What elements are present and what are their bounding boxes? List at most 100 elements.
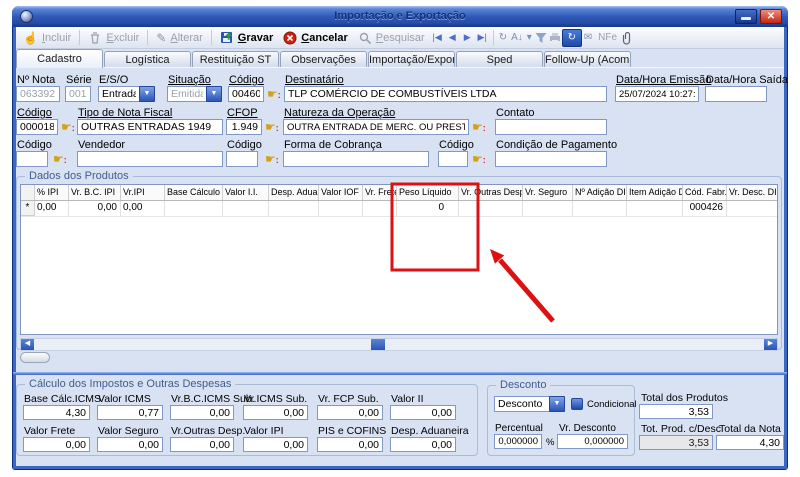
- nav-first-button[interactable]: |◀: [430, 30, 445, 45]
- nav-last-button[interactable]: ▶|: [475, 30, 490, 45]
- tab-restituicao-st[interactable]: Restituição ST: [192, 51, 279, 68]
- scroll-right-arrow[interactable]: ▶: [764, 339, 777, 350]
- produtos-grid[interactable]: % IPI Vr. B.C. IPI Vr.IPI Base Cálculo I…: [20, 184, 778, 335]
- alterar-button[interactable]: ✎ Alterar: [151, 31, 207, 45]
- icms-sub-field[interactable]: [243, 405, 308, 420]
- grid-horizontal-scrollbar[interactable]: ◀ ▶: [20, 338, 778, 351]
- base-calc-icms-field[interactable]: [23, 405, 90, 420]
- eso-dropdown-arrow[interactable]: ▼: [139, 86, 155, 102]
- cell-vr-ipi[interactable]: 0,00: [121, 201, 165, 216]
- scroll-left-arrow[interactable]: ◀: [21, 339, 34, 350]
- col-outras-desp[interactable]: Vr. Outras Desp.: [459, 185, 523, 200]
- emissao-field[interactable]: [615, 86, 699, 102]
- condicao-pagamento-field[interactable]: [495, 151, 607, 167]
- natureza-lookup-icon[interactable]: ☛:: [472, 120, 490, 135]
- minimize-button[interactable]: [735, 9, 757, 24]
- total-produtos-field[interactable]: [639, 404, 713, 419]
- cell-valor-iof[interactable]: [319, 201, 363, 216]
- col-peso-liquido[interactable]: Peso Líquido: [397, 185, 459, 200]
- desconto-dropdown-arrow[interactable]: ▼: [549, 396, 565, 412]
- cell-vr-seguro[interactable]: [523, 201, 573, 216]
- scrollbar-thumb[interactable]: [371, 339, 385, 350]
- condicional-checkbox[interactable]: [571, 398, 583, 410]
- total-com-desc-field[interactable]: [639, 435, 713, 450]
- pesquisar-button[interactable]: Pesquisar: [353, 30, 430, 46]
- serie-field[interactable]: [65, 86, 91, 102]
- eso-combo[interactable]: [98, 86, 140, 102]
- codigo-tnf-field[interactable]: [16, 119, 58, 135]
- cell-vr-desc-di[interactable]: [727, 201, 778, 216]
- col-cod-fabr[interactable]: Cód. Fabr.: [683, 185, 727, 200]
- situacao-combo[interactable]: [167, 86, 207, 102]
- valor-ipi-field[interactable]: [243, 437, 308, 452]
- col-vr-desc-di[interactable]: Vr. Desc. DI: [727, 185, 778, 200]
- pis-cofins-field[interactable]: [317, 437, 383, 452]
- tab-importacao-exportacao[interactable]: Importação/Exportação: [368, 51, 455, 68]
- situacao-dropdown-arrow[interactable]: ▼: [206, 86, 222, 102]
- sync-button[interactable]: ↻: [562, 29, 582, 47]
- natureza-field[interactable]: [283, 119, 469, 135]
- vendedor-lookup-icon[interactable]: ☛:: [53, 152, 71, 167]
- cfop-lookup-icon[interactable]: ☛:: [265, 120, 283, 135]
- excluir-button[interactable]: Excluir: [83, 30, 144, 46]
- outras-desp-field[interactable]: [170, 437, 234, 452]
- filter-funnel-icon[interactable]: [534, 31, 548, 45]
- bc-icms-sub-field[interactable]: [170, 405, 234, 420]
- destinatario-lookup-icon[interactable]: ☛:: [267, 87, 285, 102]
- row-selector[interactable]: *: [21, 201, 35, 216]
- cell-base-ii[interactable]: [165, 201, 223, 216]
- pagamento-lookup-icon[interactable]: ☛:: [472, 152, 490, 167]
- codigo-destinatario-field[interactable]: [228, 86, 264, 102]
- tab-observacoes[interactable]: Observações: [280, 51, 367, 68]
- tipo-nf-field[interactable]: [77, 119, 223, 135]
- contato-field[interactable]: [495, 119, 607, 135]
- grid-data-row[interactable]: * 0,00 0,00 0,00 0 000426: [21, 201, 777, 217]
- saida-field[interactable]: [705, 86, 767, 102]
- desp-aduaneira-field[interactable]: [390, 437, 456, 452]
- nav-next-button[interactable]: ▶: [460, 30, 475, 45]
- col-valor-iof[interactable]: Valor IOF: [319, 185, 363, 200]
- forma-cobranca-field[interactable]: [283, 151, 429, 167]
- percentual-field[interactable]: [494, 434, 542, 449]
- nfe-button[interactable]: NFe: [598, 32, 617, 43]
- refresh-icon[interactable]: ↻: [497, 32, 509, 43]
- tab-cadastro[interactable]: Cadastro: [16, 49, 103, 68]
- gravar-button[interactable]: Gravar: [215, 30, 278, 46]
- col-ipi[interactable]: % IPI: [35, 185, 69, 200]
- incluir-button[interactable]: ☝ Incluir: [18, 31, 76, 45]
- nav-prev-button[interactable]: ◀: [445, 30, 460, 45]
- nota-field[interactable]: [16, 86, 60, 102]
- cell-item-adicao-di[interactable]: [627, 201, 683, 216]
- valor-icms-field[interactable]: [97, 405, 163, 420]
- grid-collapse-button[interactable]: [20, 352, 50, 363]
- paperclip-icon[interactable]: [621, 31, 635, 45]
- cell-cod-fabr[interactable]: 000426: [683, 201, 727, 216]
- cobranca-lookup-icon[interactable]: ☛:: [265, 152, 283, 167]
- codigo-cobranca-field[interactable]: [226, 151, 258, 167]
- cancelar-button[interactable]: Cancelar: [278, 30, 352, 46]
- col-item-adicao-di[interactable]: Item Adição DI: [627, 185, 683, 200]
- valor-seguro-field[interactable]: [97, 437, 163, 452]
- col-valor-ii[interactable]: Valor I.I.: [223, 185, 269, 200]
- col-base-ii[interactable]: Base Cálculo I.I: [165, 185, 223, 200]
- envelope-icon[interactable]: ✉: [582, 32, 594, 43]
- col-vr-seguro[interactable]: Vr. Seguro: [523, 185, 573, 200]
- col-vr-ipi[interactable]: Vr.IPI: [121, 185, 165, 200]
- cell-vr-frete[interactable]: [363, 201, 397, 216]
- cell-valor-ii[interactable]: [223, 201, 269, 216]
- valor-ii-field[interactable]: [390, 405, 456, 420]
- cell-outras-desp[interactable]: [459, 201, 523, 216]
- close-button[interactable]: ✕: [760, 9, 782, 24]
- cell-ipi[interactable]: 0,00: [35, 201, 69, 216]
- destinatario-field[interactable]: [284, 86, 607, 102]
- tab-logistica[interactable]: Logística: [104, 51, 191, 68]
- col-vr-frete[interactable]: Vr. Frete: [363, 185, 397, 200]
- desconto-tipo-combo[interactable]: [494, 396, 550, 412]
- codigo-pagamento-field[interactable]: [438, 151, 468, 167]
- cell-adicao-di[interactable]: [573, 201, 627, 216]
- total-nota-field[interactable]: [716, 435, 784, 450]
- vendedor-field[interactable]: [77, 151, 223, 167]
- cell-peso-liquido[interactable]: 0: [397, 201, 459, 216]
- cell-desp-aduan[interactable]: [269, 201, 319, 216]
- tab-follow-up[interactable]: Follow-Up (Acomp.): [544, 51, 631, 68]
